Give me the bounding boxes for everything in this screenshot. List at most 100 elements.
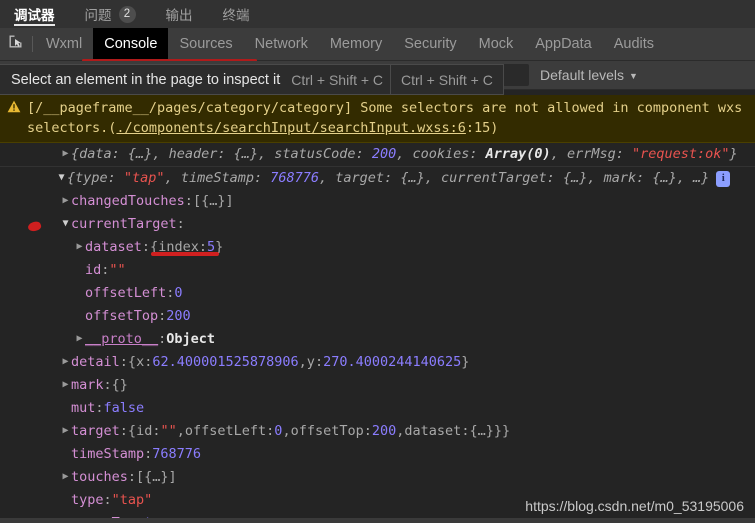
sep: , — [298, 354, 307, 370]
expand-arrow-icon[interactable]: ▶ — [60, 421, 71, 440]
tree-key: __proto__ — [85, 331, 159, 347]
expand-arrow-icon[interactable]: ▶ — [60, 144, 71, 163]
tree-key: currentTarget — [71, 216, 177, 232]
devtools-tab-strip: Wxml Console Sources Network Memory Secu… — [0, 27, 755, 62]
sep: , — [396, 423, 405, 439]
brace-close: }} — [493, 423, 511, 439]
expand-arrow-icon[interactable]: ▶ — [74, 329, 85, 348]
tree-row[interactable]: ▶ __proto__: Object — [0, 328, 755, 351]
tree-separator: : — [144, 446, 153, 462]
watermark-url: https://blog.csdn.net/m0_53195006 — [525, 498, 744, 514]
target-val-dataset: {…} — [469, 423, 494, 439]
tree-row[interactable]: offsetLeft: 0 — [0, 282, 755, 305]
problems-count-badge: 2 — [118, 5, 136, 23]
tree-separator: : — [103, 492, 112, 508]
expand-arrow-icon[interactable]: ▶ — [60, 375, 71, 394]
tree-row[interactable]: mut: false — [0, 397, 755, 420]
toolbar-divider — [32, 36, 33, 52]
warning-line-2-prefix: selectors.( — [27, 120, 117, 136]
tree-row[interactable]: ▶ mark: {} — [0, 374, 755, 397]
tab-sources[interactable]: Sources — [168, 28, 243, 61]
inspect-element-button[interactable] — [0, 28, 30, 61]
info-badge-icon[interactable]: i — [716, 170, 731, 187]
tree-separator: : — [127, 469, 137, 485]
window-tab-problems[interactable]: 问题 2 — [85, 0, 147, 28]
sep: : — [314, 354, 324, 370]
window-tab-terminal[interactable]: 终端 — [223, 0, 261, 28]
tree-row[interactable]: ▶ dataset: {index: 5} — [0, 236, 755, 259]
sep: , — [282, 423, 291, 439]
tree-key: detail — [71, 354, 120, 370]
chevron-down-icon: ▼ — [629, 70, 638, 81]
sep: : — [266, 423, 275, 439]
tree-separator: : — [95, 400, 104, 416]
brace-open: { — [127, 354, 137, 370]
tree-separator: : — [103, 377, 112, 393]
tree-row[interactable]: ▶ changedTouches: [{…}] — [0, 190, 755, 213]
key-cookies: cookies — [412, 146, 470, 162]
log-level-label: Default levels — [540, 67, 625, 83]
console-warning-message[interactable]: [/__pageframe__/pages/category/category]… — [0, 95, 755, 143]
tree-value: {} — [111, 377, 128, 393]
tree-value: false — [103, 400, 145, 416]
tab-appdata[interactable]: AppData — [524, 28, 602, 61]
tree-row[interactable]: id: "" — [0, 259, 755, 282]
tree-key: offsetLeft — [85, 285, 167, 301]
tree-row[interactable]: ▶ detail: {x: 62.400001525878906, y: 270.… — [0, 351, 755, 374]
tab-memory[interactable]: Memory — [319, 28, 393, 61]
window-tab-output[interactable]: 输出 — [166, 0, 204, 28]
expand-arrow-icon[interactable]: ▶ — [60, 467, 71, 486]
tab-wxml[interactable]: Wxml — [35, 28, 93, 61]
window-tab-debugger[interactable]: 调试器 — [14, 0, 66, 28]
tab-console[interactable]: Console — [93, 27, 169, 61]
expand-arrow-icon[interactable]: ▶ — [74, 237, 85, 256]
val-mark: {…} — [652, 170, 677, 186]
window-tab-label: 输出 — [165, 8, 193, 23]
tree-separator: : — [141, 239, 151, 255]
detail-key-x: x — [136, 354, 145, 370]
inspect-shortcut-text: Ctrl + Shift + C — [401, 71, 493, 88]
val-errmsg: "request:ok" — [632, 146, 730, 162]
inspect-tooltip-shortcut: Ctrl + Shift + C — [291, 71, 384, 88]
tab-mock[interactable]: Mock — [468, 28, 525, 61]
tab-security[interactable]: Security — [393, 28, 467, 61]
detail-key-y: y — [306, 354, 315, 370]
console-output[interactable]: [/__pageframe__/pages/category/category]… — [0, 95, 755, 523]
tree-row[interactable]: offsetTop: 200 — [0, 305, 755, 328]
target-key-offsetleft: offsetLeft — [184, 423, 267, 439]
log-level-dropdown[interactable]: Default levels ▼ — [540, 67, 638, 83]
tree-row[interactable]: ▶ target: {id: "", offsetLeft: 0, offsetT… — [0, 420, 755, 443]
response-object-preview: {data: {…}, header: {…}, statusCode: 200… — [71, 146, 738, 162]
warning-line-1: [/__pageframe__/pages/category/category]… — [27, 100, 743, 116]
window-tab-label: 问题 — [84, 8, 112, 23]
ellipsis: … — [693, 170, 702, 186]
tree-separator: : — [184, 193, 193, 209]
window-tab-strip: 调试器 问题 2 输出 终端 — [0, 0, 755, 28]
tree-key: offsetTop — [85, 308, 159, 324]
tree-key: touches — [71, 469, 128, 485]
detail-val-y: 270.4000244140625 — [323, 354, 462, 370]
brace-close: } — [461, 354, 470, 370]
val-header: {…} — [233, 146, 259, 162]
expand-arrow-icon[interactable]: ▶ — [60, 191, 71, 210]
tree-key: id — [85, 262, 102, 278]
warning-source-link[interactable]: ./components/searchInput/searchInput.wxs… — [116, 120, 466, 136]
window-tab-label: 调试器 — [14, 8, 55, 23]
val-cookies: Array(0) — [485, 146, 551, 162]
tree-row[interactable]: ▼ currentTarget: — [0, 213, 755, 236]
console-response-object-row[interactable]: ▶ {data: {…}, header: {…}, statusCode: 2… — [0, 143, 755, 167]
collapse-arrow-icon[interactable]: ▼ — [56, 168, 67, 187]
tree-row[interactable]: ▶ touches: [{…}] — [0, 466, 755, 489]
tab-network[interactable]: Network — [244, 28, 319, 61]
tab-audits[interactable]: Audits — [603, 28, 665, 61]
val-currenttarget: {…} — [562, 170, 588, 186]
target-val-offsettop: 200 — [371, 423, 397, 439]
expand-arrow-icon[interactable]: ▼ — [60, 214, 71, 233]
tree-separator: : — [166, 285, 175, 301]
tree-value: [{…}] — [192, 193, 234, 209]
expand-arrow-icon[interactable]: ▶ — [60, 352, 71, 371]
tree-row[interactable]: timeStamp: 768776 — [0, 443, 755, 466]
console-event-object-row[interactable]: ▼ {type: "tap", timeStamp: 768776, targe… — [0, 167, 755, 190]
sep: : — [461, 423, 470, 439]
val-timestamp: 768776 — [270, 170, 320, 186]
